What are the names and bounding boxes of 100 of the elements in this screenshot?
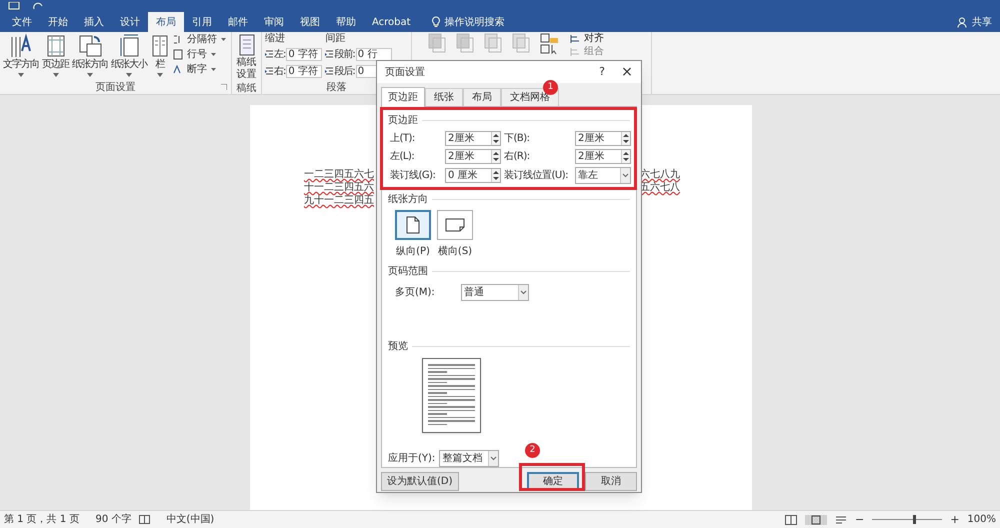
indent-icon bbox=[265, 67, 273, 76]
field-label: 右: bbox=[274, 65, 286, 79]
spin-field[interactable]: 2厘米 bbox=[445, 131, 501, 146]
help-button[interactable]: ? bbox=[591, 64, 613, 80]
option-label: 横向(S) bbox=[438, 244, 472, 259]
section-label: 间距 bbox=[325, 33, 346, 45]
ribbon-tab[interactable]: Acrobat bbox=[364, 12, 419, 32]
ribbon-tab[interactable]: 文件 bbox=[4, 12, 40, 32]
spin-field[interactable]: 2厘米 bbox=[445, 149, 501, 164]
caret-icon[interactable] bbox=[211, 68, 216, 71]
word-count[interactable]: 90 个字 bbox=[95, 512, 132, 527]
ribbon-button[interactable]: 对齐 bbox=[584, 33, 604, 45]
portrait-page-icon bbox=[406, 216, 420, 234]
section-label: 纸张方向 bbox=[388, 192, 428, 207]
zoom-out-button[interactable]: − bbox=[854, 514, 864, 526]
close-button[interactable]: × bbox=[613, 62, 641, 82]
spacing-icon bbox=[325, 67, 334, 76]
dropdown-field[interactable]: 普通 bbox=[460, 284, 529, 301]
field-label: 段后: bbox=[334, 64, 355, 79]
ribbon-tab[interactable]: 布局 bbox=[148, 12, 184, 32]
field-label: 上(T): bbox=[390, 132, 416, 146]
spin-field[interactable]: 2厘米 bbox=[575, 149, 631, 164]
ribbon-tab[interactable]: 引用 bbox=[184, 12, 220, 32]
share-button[interactable]: 共享 bbox=[972, 14, 992, 30]
orientation-option[interactable] bbox=[395, 210, 431, 240]
zoom-in-button[interactable]: + bbox=[950, 514, 960, 526]
ribbon-tab[interactable]: 邮件 bbox=[220, 12, 256, 32]
caret-icon[interactable] bbox=[157, 73, 163, 77]
document-text: 一二三四五六七 bbox=[304, 168, 374, 181]
page-count[interactable]: 第 1 页，共 1 页 bbox=[4, 512, 80, 527]
section-label: 页边距 bbox=[388, 114, 418, 128]
dialog-launcher-icon[interactable] bbox=[221, 84, 227, 90]
ribbon-tab[interactable]: 审阅 bbox=[256, 12, 292, 32]
field-label: 装订线位置(U): bbox=[504, 168, 569, 183]
ribbon-button[interactable]: 纸张方向 bbox=[72, 59, 108, 71]
caret-icon[interactable] bbox=[211, 53, 216, 56]
document-text: 十一二三四五六 bbox=[304, 181, 374, 194]
ribbon-button[interactable]: 稿纸设置 bbox=[234, 57, 258, 81]
group-label: 稿纸 bbox=[236, 82, 256, 96]
caret-icon[interactable] bbox=[18, 73, 24, 77]
ribbon-button[interactable]: 行号 bbox=[187, 48, 207, 61]
landscape-page-icon bbox=[445, 218, 465, 232]
web-layout-icon[interactable] bbox=[834, 514, 847, 524]
spin-field[interactable]: 0 厘米 bbox=[445, 168, 501, 183]
group-label: 页面设置 bbox=[96, 80, 136, 94]
lightbulb-icon bbox=[430, 16, 441, 28]
zoom-level[interactable]: 100% bbox=[967, 512, 996, 527]
print-layout-icon[interactable] bbox=[804, 514, 827, 524]
read-mode-icon[interactable] bbox=[784, 514, 797, 524]
field-label: 装订线(G): bbox=[390, 168, 436, 183]
spin-field[interactable]: 0 行 bbox=[356, 48, 392, 61]
dropdown-field[interactable]: 整篇文档 bbox=[439, 450, 500, 467]
proofing-icon[interactable] bbox=[139, 515, 150, 524]
ribbon-tab[interactable]: 插入 bbox=[76, 12, 112, 32]
indent-icon bbox=[265, 50, 273, 59]
highlight-frame bbox=[519, 463, 585, 491]
language-indicator[interactable]: 中文(中国) bbox=[166, 512, 214, 527]
section-label: 预览 bbox=[388, 340, 408, 354]
ribbon-tab[interactable]: 视图 bbox=[292, 12, 328, 32]
ribbon-tab[interactable]: 开始 bbox=[40, 12, 76, 32]
section-label: 缩进 bbox=[265, 33, 286, 45]
dropdown-field[interactable]: 靠左 bbox=[575, 167, 631, 184]
spinner-icon[interactable] bbox=[621, 150, 630, 163]
spinner-icon[interactable] bbox=[491, 150, 500, 163]
dialog-tab[interactable]: 页边距 bbox=[381, 87, 425, 107]
ribbon-button[interactable]: 分隔符 bbox=[187, 33, 217, 46]
field-label: 段前: bbox=[334, 48, 355, 62]
field-label: 左(L): bbox=[390, 150, 416, 164]
dialog-tab[interactable]: 纸张 bbox=[425, 88, 463, 106]
ribbon-button[interactable]: 断字 bbox=[187, 63, 207, 76]
field-label: 下(B): bbox=[504, 132, 531, 146]
dialog-tab[interactable]: 文档网格 bbox=[501, 88, 559, 106]
field-label: 右(R): bbox=[504, 150, 531, 164]
search-field[interactable]: 操作说明搜索 bbox=[444, 14, 505, 30]
line-numbers-icon bbox=[173, 49, 183, 60]
spin-field[interactable]: 2厘米 bbox=[575, 131, 631, 146]
ribbon-button[interactable]: 页边距 bbox=[42, 59, 69, 71]
ribbon-button[interactable]: 栏 bbox=[156, 59, 164, 71]
ribbon-tab[interactable]: 设计 bbox=[112, 12, 148, 32]
dialog-button[interactable]: 取消 bbox=[585, 472, 637, 491]
ribbon-button[interactable]: 纸张大小 bbox=[111, 59, 147, 71]
orientation-option[interactable] bbox=[437, 210, 473, 240]
caret-icon[interactable] bbox=[87, 73, 93, 77]
dialog-button[interactable]: 设为默认值(D) bbox=[381, 472, 459, 491]
spinner-icon[interactable] bbox=[491, 132, 500, 145]
person-icon bbox=[957, 16, 968, 28]
ribbon-button[interactable]: 文字方向 bbox=[3, 59, 39, 71]
spinner-icon[interactable] bbox=[491, 169, 500, 182]
field-label: 应用于(Y): bbox=[388, 452, 436, 466]
selection-pane-icon[interactable] bbox=[540, 33, 560, 55]
option-label: 纵向(P) bbox=[396, 245, 430, 259]
spinner-icon[interactable] bbox=[621, 132, 630, 145]
field-label: 左: bbox=[274, 48, 286, 62]
dialog-tab[interactable]: 布局 bbox=[463, 88, 501, 106]
caret-icon[interactable] bbox=[221, 38, 226, 41]
spacing-icon bbox=[325, 50, 334, 59]
ribbon-tab[interactable]: 帮助 bbox=[328, 12, 364, 32]
align-icon[interactable] bbox=[570, 34, 580, 44]
caret-icon[interactable] bbox=[52, 73, 58, 77]
caret-icon[interactable] bbox=[126, 73, 132, 77]
